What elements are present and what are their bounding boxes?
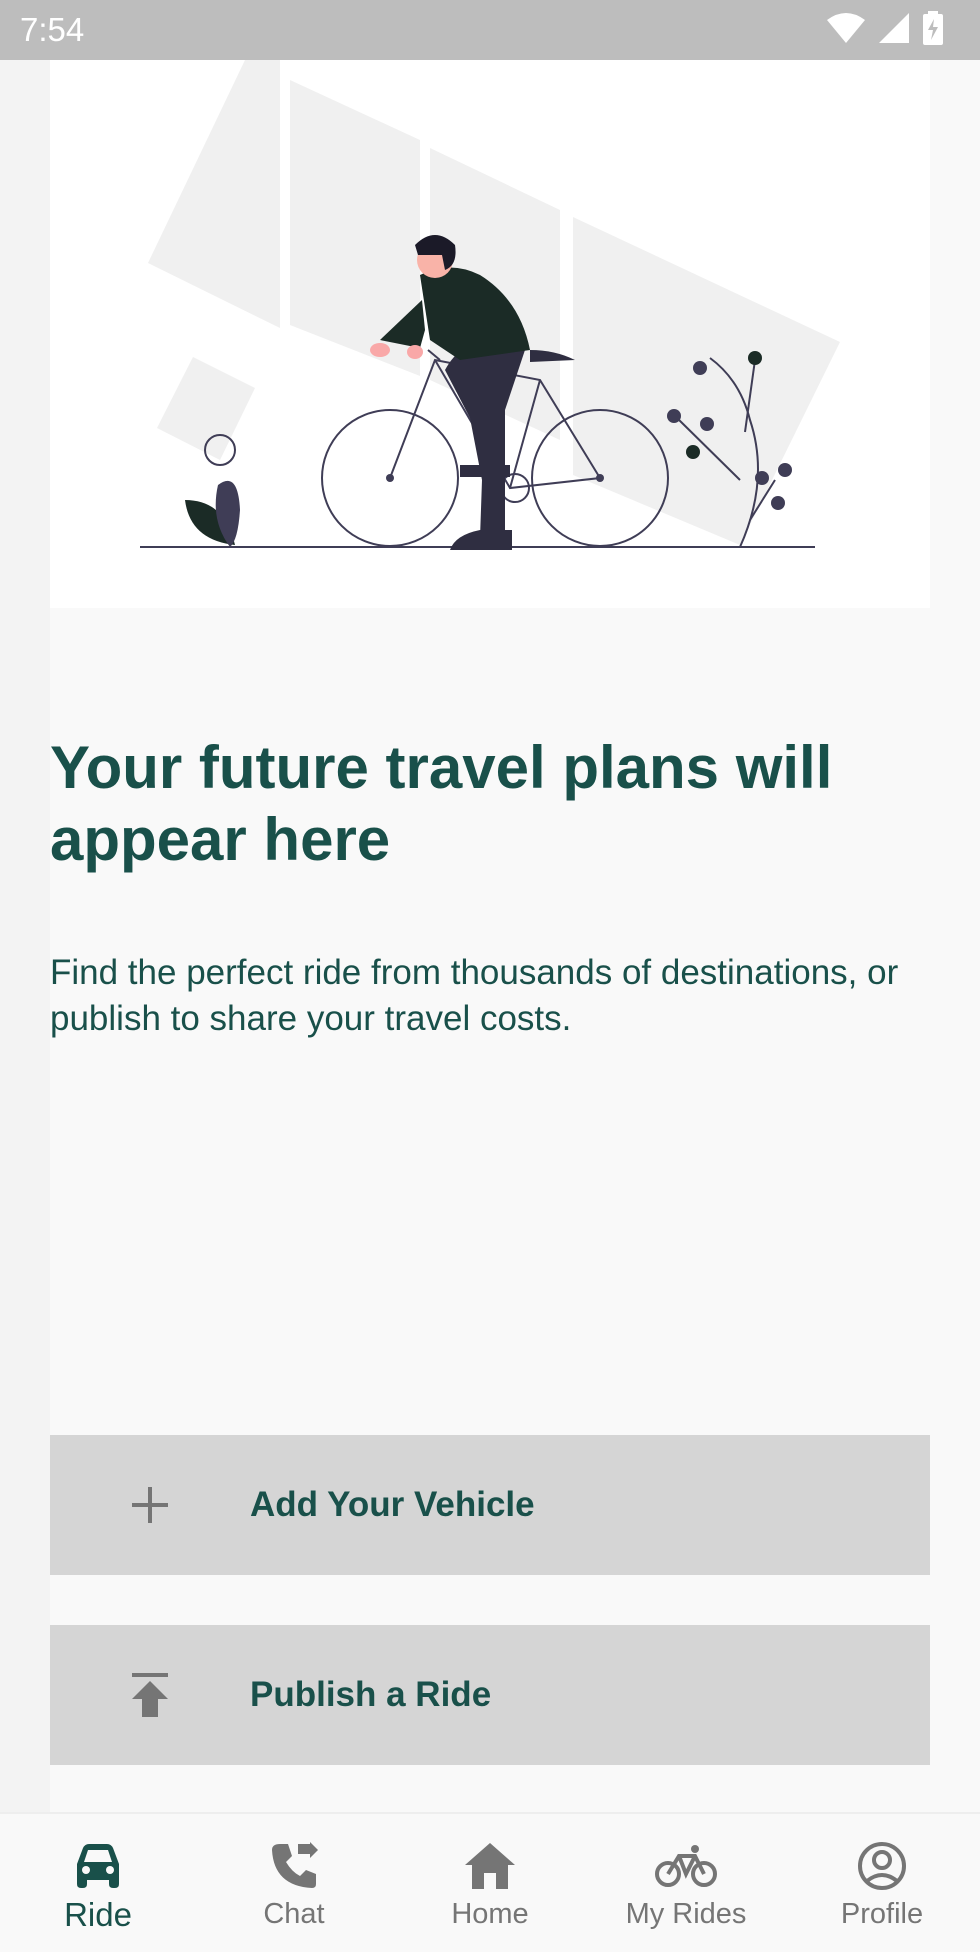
nav-label-home: Home [451,1898,529,1930]
nav-item-my-rides[interactable]: My Rides [588,1814,784,1952]
wifi-icon [826,12,866,49]
nav-label-chat: Chat [263,1898,325,1930]
add-vehicle-button[interactable]: Add Your Vehicle [50,1435,930,1575]
car-icon [73,1840,123,1892]
nav-item-ride[interactable]: Ride [0,1814,196,1952]
nav-label-my-rides: My Rides [625,1898,747,1930]
nav-label-ride: Ride [64,1896,132,1933]
nav-item-profile[interactable]: Profile [784,1814,980,1952]
signal-icon [878,12,910,49]
battery-charging-icon [922,10,944,50]
left-edge-shadow [0,60,50,1812]
empty-state-title: Your future travel plans will appear her… [50,734,833,873]
nav-item-chat[interactable]: Chat [196,1814,392,1952]
nav-item-home[interactable]: Home [392,1814,588,1952]
cyclist-illustration [50,60,930,608]
empty-state-description: Find the perfect ride from thousands of … [50,953,899,1038]
add-vehicle-label: Add Your Vehicle [250,1485,535,1524]
nav-label-profile: Profile [840,1898,924,1930]
status-time: 7:54 [20,11,85,48]
phone-forward-icon [270,1840,318,1892]
status-icons [826,10,944,50]
home-icon [465,1840,515,1892]
account-circle-icon [857,1840,907,1892]
bottom-navigation: Ride Chat Home My Rides Profile [0,1812,980,1952]
publish-ride-label: Publish a Ride [250,1675,492,1714]
bicycle-icon [655,1840,717,1892]
publish-ride-button[interactable]: Publish a Ride [50,1625,930,1765]
status-bar: 7:54 [0,0,980,60]
plus-icon [50,1435,250,1575]
upload-icon [50,1625,250,1765]
